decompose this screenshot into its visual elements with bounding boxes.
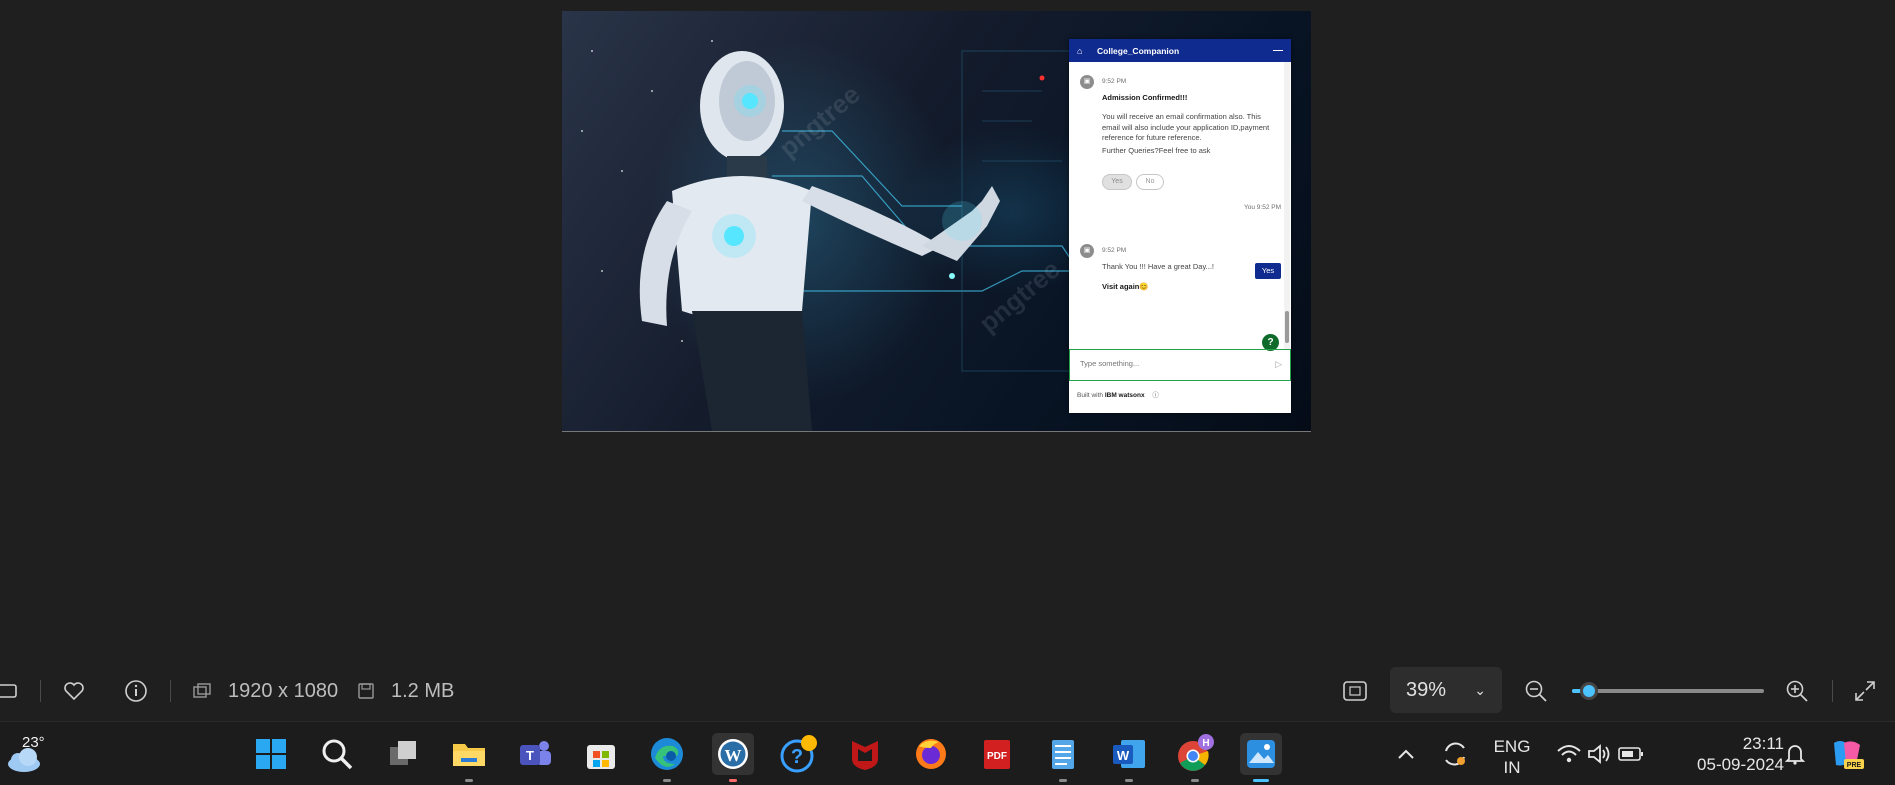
pdf-icon[interactable]: PDF — [976, 733, 1018, 775]
photos-icon[interactable] — [1240, 733, 1282, 782]
notification-bell-icon[interactable] — [1775, 733, 1815, 775]
battery-icon[interactable] — [1616, 733, 1646, 775]
message-body: You will receive an email confirmation a… — [1102, 112, 1270, 142]
svg-text:W: W — [725, 746, 742, 765]
clock[interactable]: 23:11 05-09-2024 — [1668, 733, 1784, 775]
user-message-meta: You 9:52 PM — [1244, 204, 1281, 211]
svg-text:T: T — [526, 748, 534, 763]
microsoft-store-icon[interactable] — [580, 733, 622, 775]
viewer-toolbar: 1920 x 1080 1.2 MB 39% ⌄ — [0, 662, 1895, 720]
wordpress-icon[interactable]: W — [712, 733, 754, 782]
svg-text:PDF: PDF — [987, 751, 1007, 762]
chat-scrollbar[interactable] — [1284, 62, 1290, 349]
fit-to-window-icon[interactable] — [1342, 662, 1368, 720]
running-indicator — [729, 779, 737, 782]
svg-text:W: W — [1117, 748, 1130, 763]
firefox-icon[interactable] — [910, 733, 952, 775]
displayed-image: pngtree pngtree ⌂ College_Companion — ▣ … — [562, 11, 1311, 432]
user-message-bubble: Yes — [1255, 263, 1281, 279]
chat-widget: ⌂ College_Companion — ▣ 9:52 PM Admissio… — [1069, 39, 1291, 413]
notepad-icon[interactable] — [1042, 733, 1084, 782]
bot-avatar-icon: ▣ — [1080, 244, 1094, 258]
clock-time: 23:11 — [1742, 734, 1784, 753]
option-no-button[interactable]: No — [1136, 174, 1164, 190]
zoom-in-icon[interactable] — [1785, 662, 1809, 720]
scrollbar-thumb[interactable] — [1285, 311, 1289, 343]
start-button[interactable] — [250, 733, 292, 775]
search-icon[interactable] — [316, 733, 358, 775]
option-yes-button[interactable]: Yes — [1102, 174, 1132, 190]
word-icon[interactable]: W — [1108, 733, 1150, 782]
zoom-level: 39% — [1406, 678, 1447, 701]
zoom-level-dropdown[interactable]: 39% ⌄ — [1390, 667, 1502, 713]
bot-avatar-icon: ▣ — [1080, 75, 1094, 89]
edge-icon[interactable] — [646, 733, 688, 782]
message-closing: Visit again😊 — [1102, 282, 1149, 291]
help-app-icon[interactable]: ? — [778, 733, 820, 775]
weather-widget[interactable]: 23° — [4, 732, 48, 776]
chat-title: College_Companion — [1097, 45, 1180, 56]
chat-input[interactable] — [1078, 358, 1262, 369]
zoom-slider[interactable] — [1572, 682, 1764, 700]
language-indicator[interactable]: ENG IN — [1488, 736, 1536, 778]
show-hidden-icons-chevron-up-icon[interactable] — [1385, 733, 1427, 775]
favorite-heart-icon[interactable] — [62, 662, 86, 720]
zoom-slider-thumb[interactable] — [1580, 682, 1599, 700]
running-indicator — [1125, 779, 1133, 782]
running-indicator — [465, 779, 473, 782]
message-followup: Further Queries?Feel free to ask — [1102, 146, 1211, 155]
running-indicator — [1253, 779, 1269, 782]
region-code: IN — [1503, 758, 1521, 777]
message-time: 9:52 PM — [1102, 247, 1127, 254]
chat-footer: Built with IBM watsonx ⓘ — [1077, 389, 1159, 399]
fullscreen-icon[interactable] — [1853, 662, 1877, 720]
svg-text:H: H — [1202, 738, 1209, 749]
filmstrip-icon[interactable] — [0, 662, 18, 720]
teams-icon[interactable]: T — [514, 733, 556, 775]
message-heading: Admission Confirmed!!! — [1102, 93, 1188, 102]
info-icon[interactable] — [124, 662, 148, 720]
copilot-icon[interactable]: PRE — [1826, 733, 1868, 775]
minimize-icon[interactable]: — — [1273, 45, 1283, 56]
footer-prefix: Built with — [1077, 392, 1104, 399]
taskbar: 23° T W ? PDF W H ENG IN 23:11 05-09-202… — [0, 721, 1895, 785]
running-indicator — [1059, 779, 1067, 782]
running-indicator — [663, 779, 671, 782]
footer-brand: IBM watsonx — [1104, 392, 1145, 399]
dimensions-icon — [192, 662, 212, 720]
zoom-out-icon[interactable] — [1524, 662, 1548, 720]
chat-header: ⌂ College_Companion — — [1069, 39, 1291, 62]
message-time: 9:52 PM — [1102, 78, 1127, 85]
mcafee-icon[interactable] — [844, 733, 886, 775]
volume-icon[interactable] — [1584, 733, 1614, 775]
chrome-icon[interactable]: H — [1174, 733, 1216, 782]
info-icon[interactable]: ⓘ — [1152, 392, 1159, 399]
chat-messages: ▣ 9:52 PM Admission Confirmed!!! You wil… — [1069, 62, 1283, 349]
clock-date: 05-09-2024 — [1697, 755, 1784, 774]
weather-temp: 23° — [22, 734, 45, 751]
message-text: Thank You !!! Have a great Day...! — [1102, 262, 1215, 271]
image-dimensions: 1920 x 1080 — [228, 679, 339, 702]
svg-text:PRE: PRE — [1847, 762, 1862, 769]
chat-input-box[interactable]: ▷ — [1069, 349, 1291, 381]
task-view-icon[interactable] — [382, 733, 424, 775]
home-icon[interactable]: ⌂ — [1077, 46, 1089, 56]
sync-icon[interactable] — [1434, 733, 1476, 775]
file-explorer-icon[interactable] — [448, 733, 490, 782]
chevron-down-icon: ⌄ — [1474, 681, 1486, 698]
file-size-icon — [357, 662, 375, 720]
running-indicator — [1191, 779, 1199, 782]
svg-text:?: ? — [791, 746, 803, 768]
send-icon[interactable]: ▷ — [1275, 359, 1282, 370]
file-size: 1.2 MB — [391, 679, 455, 702]
language-code: ENG — [1493, 737, 1531, 756]
